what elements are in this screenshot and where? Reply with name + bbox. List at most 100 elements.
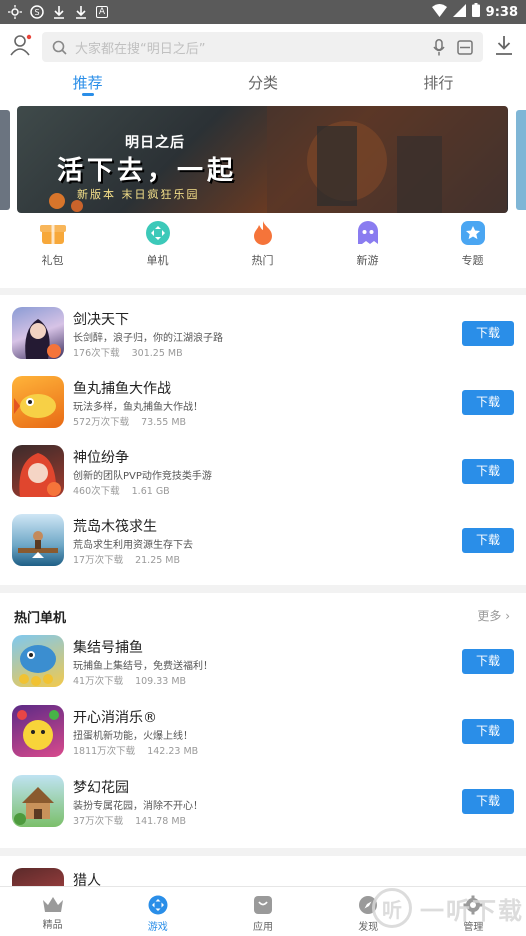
battery-icon [471,3,480,21]
quick-single-label: 单机 [146,254,169,267]
app-icon [12,775,64,827]
quick-new[interactable]: 新游 [315,220,420,268]
app-meta: 1811万次下载 142.23 MB [73,743,198,757]
app-name: 开心消消乐® [73,710,157,726]
app-icon [12,868,64,886]
banner-next-peek[interactable] [516,110,526,210]
quick-hot-label: 热门 [251,254,274,267]
app-meta: 176次下载 301.25 MB [73,345,183,359]
app-desc: 玩法多样，鱼丸捕鱼大作战！ [73,402,203,413]
app-icon [12,514,64,566]
banner-slogan: 活下去，一起 [57,156,238,186]
app-size: 73.55 MB [141,417,187,428]
app-desc: 装扮专属花园，消除不开心！ [73,801,203,812]
gamepad-icon [145,221,170,245]
quick-topic-label: 专题 [461,254,484,267]
banner-section: 明日之后 活下去，一起 新版本 末日疯狂乐园 礼包 单机 热门 新游 专题 [0,100,526,288]
quick-topic[interactable]: 专题 [420,220,525,268]
nav-apps[interactable]: 应用 [210,887,315,936]
nav-apps-label: 应用 [253,922,273,933]
app-size: 109.33 MB [135,676,187,687]
download-button[interactable]: 下载 [462,649,514,674]
notification-a-icon: A [96,6,108,18]
wifi-icon [431,3,447,21]
microphone-icon[interactable] [433,38,445,56]
app-size: 1.61 GB [131,486,170,497]
app-meta: 572万次下载 73.55 MB [73,414,186,428]
banner-prev-peek[interactable] [0,110,10,210]
user-icon[interactable] [10,34,32,60]
list-item[interactable]: 荒岛木筏求生 荒岛求生利用资源生存下去 17万次下载 21.25 MB 下载 [12,514,516,570]
section-title: 热门单机 [14,611,67,626]
star-badge-icon [460,221,485,245]
app-downloads: 1811万次下载 [73,746,136,757]
banner-game-logo: 明日之后 [125,135,185,151]
ghost-icon [357,221,378,244]
quick-hot[interactable]: 热门 [210,220,315,268]
gift-icon [39,225,66,244]
app-desc: 荒岛求生利用资源生存下去 [73,540,193,551]
tab-category[interactable]: 分类 [175,70,350,100]
list-item[interactable]: 剑决天下 长剑醉，浪子归，你的江湖浪子路 176次下载 301.25 MB 下载 [12,307,516,363]
app-downloads: 37万次下载 [73,816,124,827]
app-name: 剑决天下 [73,312,129,328]
app-downloads: 176次下载 [73,348,120,359]
app-bag-icon [254,896,272,914]
app-icon [12,705,64,757]
quick-single[interactable]: 单机 [105,220,210,268]
promo-banner[interactable]: 明日之后 活下去，一起 新版本 末日疯狂乐园 [17,106,508,213]
app-downloads: 572万次下载 [73,417,130,428]
more-label: 更多 [477,609,502,623]
app-desc: 扭蛋机新功能，火爆上线！ [73,731,193,742]
app-downloads: 17万次下载 [73,555,124,566]
watermark: 听 一听下载 [366,880,526,936]
settings-sun-icon [8,5,22,19]
svg-text:S: S [34,8,39,17]
game-icon [148,895,168,915]
top-tabs: 推荐 分类 排行 [0,70,526,100]
nav-featured-label: 精品 [42,920,63,931]
list-item[interactable]: 梦幻花园 装扮专属花园，消除不开心！ 37万次下载 141.78 MB 下载 [12,775,516,831]
download-button[interactable]: 下载 [462,528,514,553]
hot-single-section: 热门单机 更多 › 集结号捕鱼 玩捕鱼上集结号，免费送福利！ 41万次下载 109… [0,593,526,848]
download-notify-icon-2 [74,5,88,19]
app-downloads: 41万次下载 [73,676,124,687]
quick-gift-label: 礼包 [41,254,64,267]
app-name: 神位纷争 [73,450,129,466]
app-icon [12,307,64,359]
search-placeholder: 大家都在搜“明日之后” [75,41,206,57]
app-desc: 长剑醉，浪子归，你的江湖浪子路 [73,333,223,344]
recommend-app-list: 剑决天下 长剑醉，浪子归，你的江湖浪子路 176次下载 301.25 MB 下载 … [0,295,526,585]
app-name: 猎人 [73,873,101,886]
signal-icon [452,3,466,21]
nav-games[interactable]: 游戏 [105,887,210,936]
download-button[interactable]: 下载 [462,390,514,415]
app-icon [12,635,64,687]
banner-subtitle: 新版本 末日疯狂乐园 [77,188,200,201]
download-button[interactable]: 下载 [462,321,514,346]
clock: 9:38 [485,4,518,20]
scan-icon[interactable] [457,39,473,55]
quick-gift[interactable]: 礼包 [0,220,105,268]
app-name: 梦幻花园 [73,780,129,796]
app-size: 21.25 MB [135,555,181,566]
tab-ranking[interactable]: 排行 [351,70,526,100]
list-item[interactable]: 鱼丸捕鱼大作战 玩法多样，鱼丸捕鱼大作战！ 572万次下载 73.55 MB 下载 [12,376,516,432]
download-manager-icon[interactable] [495,35,513,59]
top-bar: 大家都在搜“明日之后” [0,24,526,70]
more-link[interactable]: 更多 › [477,607,510,624]
download-button[interactable]: 下载 [462,719,514,744]
nav-featured[interactable]: 精品 [0,887,105,936]
nav-games-label: 游戏 [147,922,168,933]
list-item[interactable]: 集结号捕鱼 玩捕鱼上集结号，免费送福利！ 41万次下载 109.33 MB 下载 [12,635,516,691]
status-bar: S A 9:38 [0,0,526,24]
crown-icon [42,897,63,912]
quick-entry-row: 礼包 单机 热门 新游 专题 [0,220,526,268]
tab-recommend[interactable]: 推荐 [0,70,175,100]
search-input[interactable]: 大家都在搜“明日之后” [42,32,483,62]
list-item[interactable]: 开心消消乐® 扭蛋机新功能，火爆上线！ 1811万次下载 142.23 MB 下载 [12,705,516,761]
download-button[interactable]: 下载 [462,789,514,814]
download-notify-icon [52,5,66,19]
list-item[interactable]: 神位纷争 创新的团队PVP动作竞技类手游 460次下载 1.61 GB 下载 [12,445,516,501]
download-button[interactable]: 下载 [462,459,514,484]
